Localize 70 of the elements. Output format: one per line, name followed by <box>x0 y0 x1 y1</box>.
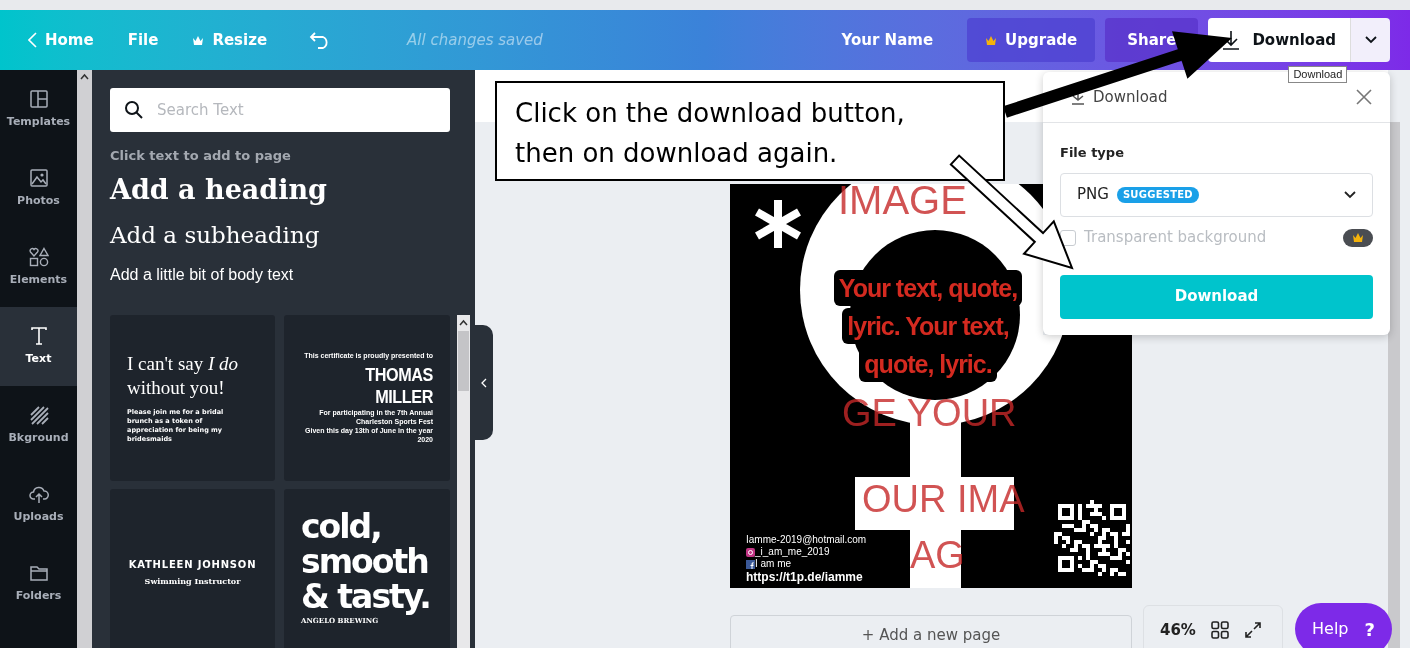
search-field[interactable]: Search Text <box>110 88 450 132</box>
card-line: cold, <box>301 508 382 544</box>
collapse-handle[interactable] <box>475 325 493 440</box>
sidebar-tab[interactable]: Text <box>0 307 77 386</box>
sidebar-tab[interactable]: Uploads <box>0 465 77 544</box>
checkbox-label: Transparent background <box>1084 227 1267 249</box>
card-role: Swimming Instructor <box>144 574 241 587</box>
image-icon <box>28 167 49 188</box>
close-icon <box>1356 89 1372 105</box>
card-line: & tasty. <box>301 578 431 614</box>
scrollbar[interactable] <box>1388 122 1400 648</box>
download-button[interactable]: Download <box>1208 18 1350 62</box>
hint-text: Click text to add to page <box>110 147 292 165</box>
layout-icon <box>28 88 49 109</box>
crown-icon <box>985 34 998 46</box>
upgrade-button[interactable]: Upgrade <box>967 18 1096 62</box>
search-icon <box>124 100 144 120</box>
asterisk-icon <box>752 198 804 250</box>
card-name: THOMAS MILLER <box>364 364 433 408</box>
expand-icon <box>1243 621 1262 639</box>
panel-title: Download <box>1093 86 1168 108</box>
sidebar-tab[interactable]: Folders <box>0 544 77 623</box>
field-label: File type <box>1060 144 1125 162</box>
grid-view-button[interactable] <box>1210 621 1229 639</box>
chevron-down-icon <box>1364 36 1377 44</box>
chevron-left-icon <box>481 377 487 388</box>
scroll-up-icon[interactable] <box>80 73 89 80</box>
body-text-option[interactable]: Add a little bit of body text <box>110 261 450 288</box>
sidebar-tab[interactable]: Templates <box>0 70 77 149</box>
sidebar-tab[interactable]: Bkground <box>0 386 77 465</box>
contact-text: _i_am_me_2019 <box>755 546 830 558</box>
dropdown-button[interactable] <box>1350 18 1390 62</box>
help-button[interactable]: Help ? <box>1295 603 1392 648</box>
card-line: smooth <box>301 543 429 579</box>
file-type-select[interactable]: PNG SUGGESTED <box>1060 172 1373 217</box>
scrollbar[interactable] <box>457 315 470 648</box>
hatch-icon <box>28 404 49 425</box>
contact-text: I am me <box>755 558 792 570</box>
crown-icon <box>192 34 205 46</box>
camera-icon <box>746 547 755 557</box>
card-name: KATHLEEN JOHNSON <box>128 557 257 572</box>
shapes-icon <box>28 246 49 267</box>
text-icon <box>28 325 49 346</box>
zoom-level[interactable]: 46% <box>1160 618 1196 642</box>
close-button[interactable] <box>1356 89 1372 105</box>
subheading-option[interactable]: Add a subheading <box>110 217 450 252</box>
add-page-button[interactable]: + Add a new page <box>730 615 1132 648</box>
card-title: I can't say I do without you! <box>127 351 240 400</box>
callout-text: Click on the download button, then on download again. <box>495 81 1005 181</box>
tooltip: Download <box>1288 66 1348 83</box>
sidebar-tab[interactable]: Elements <box>0 228 77 307</box>
heading-option[interactable]: Add a heading <box>110 171 450 208</box>
back-icon <box>28 32 37 48</box>
download-icon <box>1222 30 1241 50</box>
save-status: All changes saved <box>407 29 543 51</box>
sidebar-tab[interactable]: Photos <box>0 149 77 228</box>
grid-icon <box>1210 621 1229 639</box>
contact-text: Iamme-2019@hotmail.com <box>746 534 867 546</box>
scrollbar-thumb[interactable] <box>458 331 469 391</box>
checkbox[interactable] <box>1060 229 1076 246</box>
crown-icon <box>1352 232 1364 243</box>
quote-text: Your text, quote, <box>833 270 1023 306</box>
background-word: IMAGE <box>838 184 967 220</box>
text-template-card[interactable]: KATHLEEN JOHNSON Swimming Instructor <box>110 488 275 648</box>
chevron-down-icon <box>1344 190 1356 199</box>
suggested-badge: SUGGESTED <box>1116 186 1199 203</box>
scroll-up-icon[interactable] <box>459 319 468 326</box>
f-logo-icon <box>746 559 755 569</box>
fullscreen-button[interactable] <box>1243 621 1262 639</box>
user-name[interactable]: Your Name <box>825 18 950 62</box>
